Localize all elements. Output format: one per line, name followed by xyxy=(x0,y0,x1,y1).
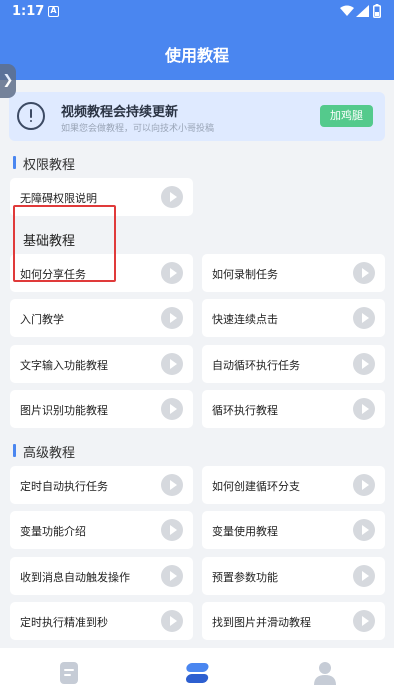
card-label: 如何创建循环分支 xyxy=(212,480,300,493)
notice-subtitle: 如果您会做教程，可以向技术小哥投稿 xyxy=(61,124,215,134)
profile-tab[interactable] xyxy=(312,660,338,686)
play-icon[interactable] xyxy=(161,307,183,329)
tutorial-card[interactable]: 快速连续点击 xyxy=(202,299,385,337)
section-title-permission: 权限教程 xyxy=(13,154,75,173)
join-button[interactable]: 加鸡腿 xyxy=(320,105,373,127)
page-title: 使用教程 xyxy=(164,46,229,65)
tutorial-card[interactable]: 如何录制任务 xyxy=(202,254,385,292)
card-label: 自动循环执行任务 xyxy=(212,359,300,372)
tutorial-tab[interactable] xyxy=(184,660,210,686)
card-label: 预置参数功能 xyxy=(212,571,278,584)
play-icon[interactable] xyxy=(161,353,183,375)
info-exclamation-icon xyxy=(17,102,45,130)
card-label: 文字输入功能教程 xyxy=(20,359,108,372)
tutorial-card[interactable]: 收到消息自动触发操作 xyxy=(10,557,193,595)
card-label: 收到消息自动触发操作 xyxy=(20,571,130,584)
play-icon[interactable] xyxy=(161,610,183,632)
play-icon[interactable] xyxy=(353,474,375,496)
play-icon[interactable] xyxy=(161,519,183,541)
wifi-icon xyxy=(340,5,354,16)
tutorial-card[interactable]: 变量使用教程 xyxy=(202,511,385,549)
section-title-advanced: 高级教程 xyxy=(13,442,75,461)
layers-icon xyxy=(185,663,209,683)
card-label: 定时执行精准到秒 xyxy=(20,616,108,629)
person-icon xyxy=(314,662,336,685)
document-tab[interactable] xyxy=(56,660,82,686)
tutorial-card[interactable]: 无障碍权限说明 xyxy=(10,178,193,216)
tutorial-card[interactable]: 预置参数功能 xyxy=(202,557,385,595)
play-icon[interactable] xyxy=(161,186,183,208)
play-icon[interactable] xyxy=(161,262,183,284)
card-label: 入门教学 xyxy=(20,313,64,326)
play-icon[interactable] xyxy=(353,353,375,375)
play-icon[interactable] xyxy=(353,307,375,329)
play-icon[interactable] xyxy=(353,565,375,587)
card-label: 如何录制任务 xyxy=(212,268,278,281)
notice-title: 视频教程会持续更新 xyxy=(61,105,179,120)
tutorial-card[interactable]: 变量功能介绍 xyxy=(10,511,193,549)
document-icon xyxy=(60,662,78,684)
play-icon[interactable] xyxy=(161,474,183,496)
update-notice-banner: 视频教程会持续更新 如果您会做教程，可以向技术小哥投稿 加鸡腿 xyxy=(9,92,385,141)
status-time: 1:17 xyxy=(12,4,45,19)
battery-icon xyxy=(373,4,381,18)
tutorial-card[interactable]: 自动循环执行任务 xyxy=(202,345,385,383)
card-label: 图片识别功能教程 xyxy=(20,404,108,417)
play-icon[interactable] xyxy=(353,610,375,632)
card-label: 如何分享任务 xyxy=(20,268,86,281)
section-title-basic: 基础教程 xyxy=(23,234,76,249)
card-label: 变量功能介绍 xyxy=(20,525,86,538)
tutorial-card[interactable]: 循环执行教程 xyxy=(202,390,385,428)
card-label: 快速连续点击 xyxy=(212,313,278,326)
bottom-tab-bar xyxy=(0,648,394,700)
card-label: 循环执行教程 xyxy=(212,404,278,417)
play-icon[interactable] xyxy=(353,398,375,420)
tutorial-card[interactable]: 定时执行精准到秒 xyxy=(10,602,193,640)
tutorial-card[interactable]: 图片识别功能教程 xyxy=(10,390,193,428)
status-bar: 1:17 A xyxy=(0,0,394,24)
tutorial-card[interactable]: 入门教学 xyxy=(10,299,193,337)
app-header: 1:17 A 使用教程 xyxy=(0,0,394,80)
side-drawer-handle[interactable]: ❯ xyxy=(0,64,16,98)
tutorial-card[interactable]: 文字输入功能教程 xyxy=(10,345,193,383)
play-icon[interactable] xyxy=(161,398,183,420)
card-label: 定时自动执行任务 xyxy=(20,480,108,493)
card-label: 变量使用教程 xyxy=(212,525,278,538)
play-icon[interactable] xyxy=(353,519,375,541)
tutorial-card[interactable]: 如何分享任务 xyxy=(10,254,193,292)
play-icon[interactable] xyxy=(161,565,183,587)
card-label: 找到图片并滑动教程 xyxy=(212,616,311,629)
tutorial-card[interactable]: 找到图片并滑动教程 xyxy=(202,602,385,640)
signal-icon xyxy=(356,5,369,17)
notification-a-icon: A xyxy=(48,6,59,17)
play-icon[interactable] xyxy=(353,262,375,284)
card-label: 无障碍权限说明 xyxy=(20,192,97,205)
tutorial-card[interactable]: 如何创建循环分支 xyxy=(202,466,385,504)
tutorial-card[interactable]: 定时自动执行任务 xyxy=(10,466,193,504)
